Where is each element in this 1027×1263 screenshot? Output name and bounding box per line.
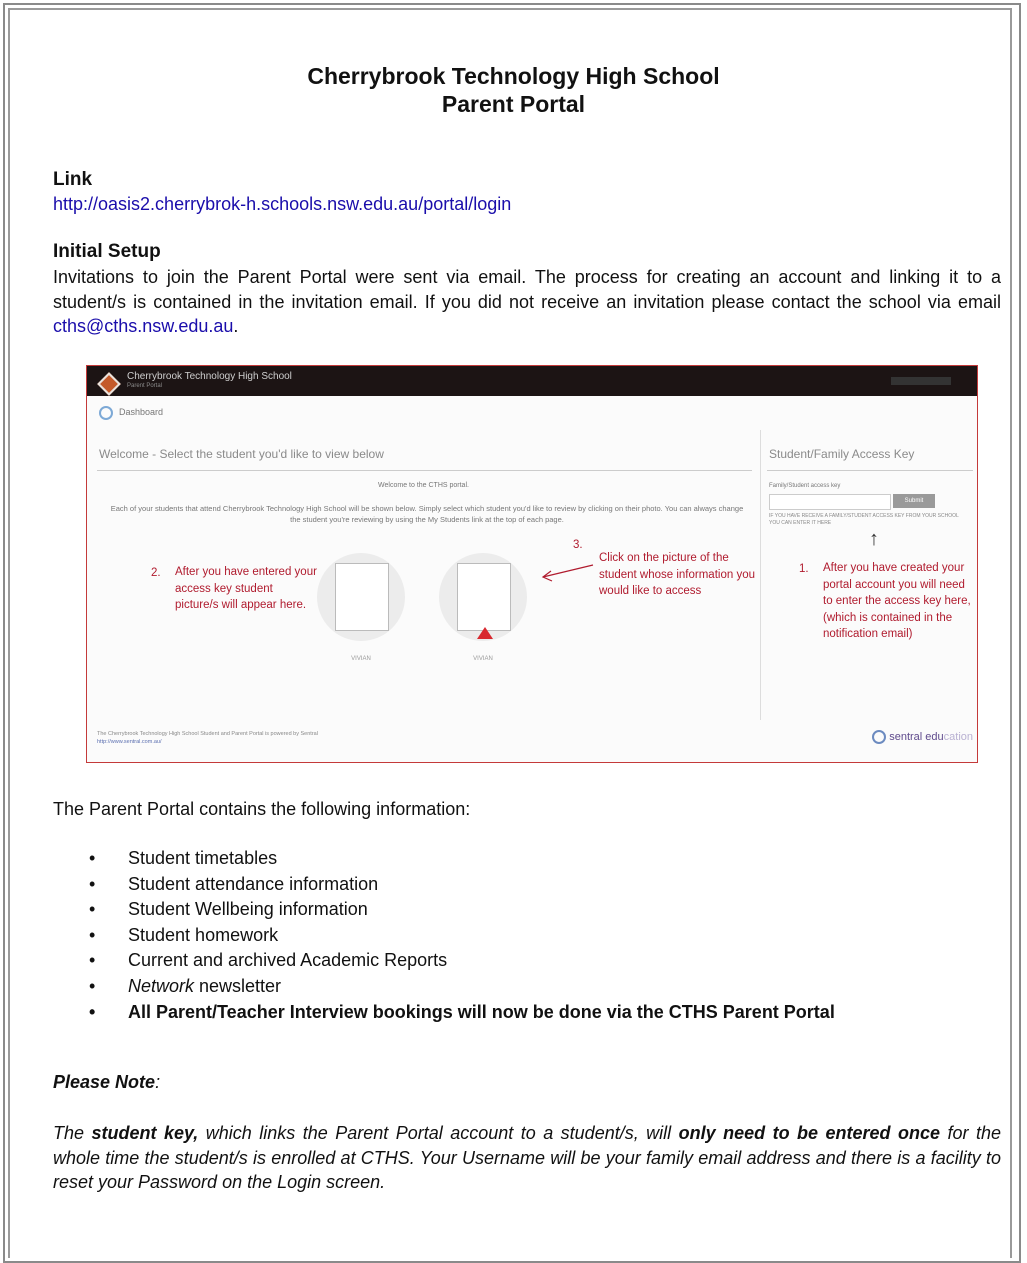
annotation-1-number: 1. (799, 563, 809, 575)
list-item: • Student Wellbeing information (53, 897, 835, 923)
access-key-label: Family/Student access key (769, 483, 841, 489)
list-item: • Student timetables (53, 846, 835, 872)
school-name: Cherrybrook Technology High School (307, 63, 720, 89)
annotation-2-text: After you have entered your access key s… (175, 566, 317, 611)
arrow-left-icon (541, 564, 594, 582)
welcome-message: Welcome to the CTHS portal. (378, 482, 469, 489)
note-emphasis: only need to be entered once (678, 1123, 941, 1143)
bullet: • (89, 950, 96, 971)
school-email-link[interactable]: cths@cths.nsw.edu.au (53, 316, 233, 336)
student-photo (317, 553, 405, 641)
list-item-text: Student timetables (128, 848, 278, 868)
bullet: • (89, 1001, 96, 1022)
portal-footer: The Cherrybrook Technology High School S… (97, 730, 318, 746)
footer-link: http://www.sentral.com.au/ (97, 739, 162, 745)
sentral-brand-faint: cation (943, 730, 973, 743)
list-item-text: Current and archived Academic Reports (128, 950, 448, 971)
school-logo-icon (97, 372, 121, 396)
bullet: • (89, 975, 96, 996)
annotation-2: 2. After you have entered your access ke… (151, 564, 317, 614)
submit-button: Submit (893, 494, 935, 508)
page-title: Parent Portal (441, 91, 586, 117)
student-photo (439, 553, 527, 641)
list-item: • Current and archived Academic Reports (53, 948, 835, 974)
annotation-2-number: 2. (151, 567, 161, 579)
note-emphasis: student key, (91, 1123, 199, 1143)
student-photo-placeholder (335, 563, 389, 631)
setup-heading: Initial Setup (53, 241, 161, 262)
student-name: VIVIAN (473, 656, 493, 662)
bullet: • (89, 899, 96, 920)
sentral-logo: sentral education (872, 730, 973, 744)
link-heading: Link (53, 169, 93, 190)
access-key-input (769, 494, 891, 510)
dashboard-icon (99, 406, 113, 420)
note-heading-colon: : (155, 1072, 161, 1092)
note-text: which links the Parent Portal account to… (198, 1123, 679, 1143)
portal-screenshot: Cherrybrook Technology High School Paren… (86, 365, 978, 763)
arrow-up-icon: ↑ (869, 528, 879, 550)
portal-top-bar: Cherrybrook Technology High School Paren… (87, 366, 977, 396)
list-item-text: Student homework (128, 924, 279, 945)
access-key-heading: Student/Family Access Key (769, 447, 915, 461)
sentral-brand: sentral edu (889, 730, 944, 743)
bullet: • (89, 848, 96, 868)
setup-trailing: . (233, 316, 239, 336)
annotation-3-number: 3. (573, 539, 583, 551)
note-heading: Please Note: (53, 1072, 160, 1093)
note-heading-text: Please Note (53, 1072, 156, 1092)
welcome-heading: Welcome - Select the student you'd like … (99, 447, 384, 461)
list-item: • All Parent/Teacher Interview bookings w… (53, 1000, 835, 1026)
student-photo-placeholder (457, 563, 511, 631)
list-item-text: All Parent/Teacher Interview bookings wi… (128, 1001, 835, 1022)
information-list: • Student timetables • Student attendance i… (53, 846, 835, 1025)
setup-paragraph: Invitations to join the Parent Portal we… (53, 265, 1001, 339)
access-key-note: IF YOU HAVE RECEIVE A FAMILY/STUDENT ACC… (769, 513, 959, 526)
portal-bar-subtitle: Parent Portal (127, 383, 163, 389)
footer-text: The Cherrybrook Technology High School S… (97, 731, 318, 737)
annotation-1: 1. After you have created your portal ac… (799, 560, 973, 643)
portal-bar-title: Cherrybrook Technology High School (127, 371, 292, 382)
student-name: VIVIAN (351, 656, 371, 662)
annotation-1-text: After you have created your portal accou… (823, 562, 971, 640)
divider (767, 470, 973, 471)
uniform-tie (477, 627, 493, 639)
annotation-3-text: Click on the picture of the student whos… (599, 552, 755, 597)
bullet: • (89, 873, 96, 894)
user-menu (891, 377, 951, 385)
setup-text: Invitations to join the Parent Portal we… (53, 267, 1001, 312)
dashboard-link: Dashboard (119, 407, 164, 417)
column-divider (760, 430, 761, 720)
portal-login-link[interactable]: http://oasis2.cherrybrok-h.schools.nsw.e… (53, 194, 511, 215)
note-text: The (53, 1123, 92, 1143)
divider (97, 470, 752, 471)
list-item-text: newsletter (194, 975, 282, 996)
list-item: • Network newsletter (53, 974, 835, 1000)
list-item: • Student homework (53, 923, 835, 949)
portal-intro: Each of your students that attend Cherry… (110, 504, 744, 524)
list-item: • Student attendance information (53, 872, 835, 898)
list-item-text: Student Wellbeing information (128, 899, 368, 920)
sentral-icon (872, 730, 887, 744)
list-item-italic: Network (128, 975, 195, 996)
bullet: • (89, 924, 96, 945)
note-paragraph: The student key, which links the Parent … (53, 1121, 1001, 1195)
contents-intro: The Parent Portal contains the following… (53, 799, 471, 819)
list-item-text: Student attendance information (128, 873, 379, 894)
